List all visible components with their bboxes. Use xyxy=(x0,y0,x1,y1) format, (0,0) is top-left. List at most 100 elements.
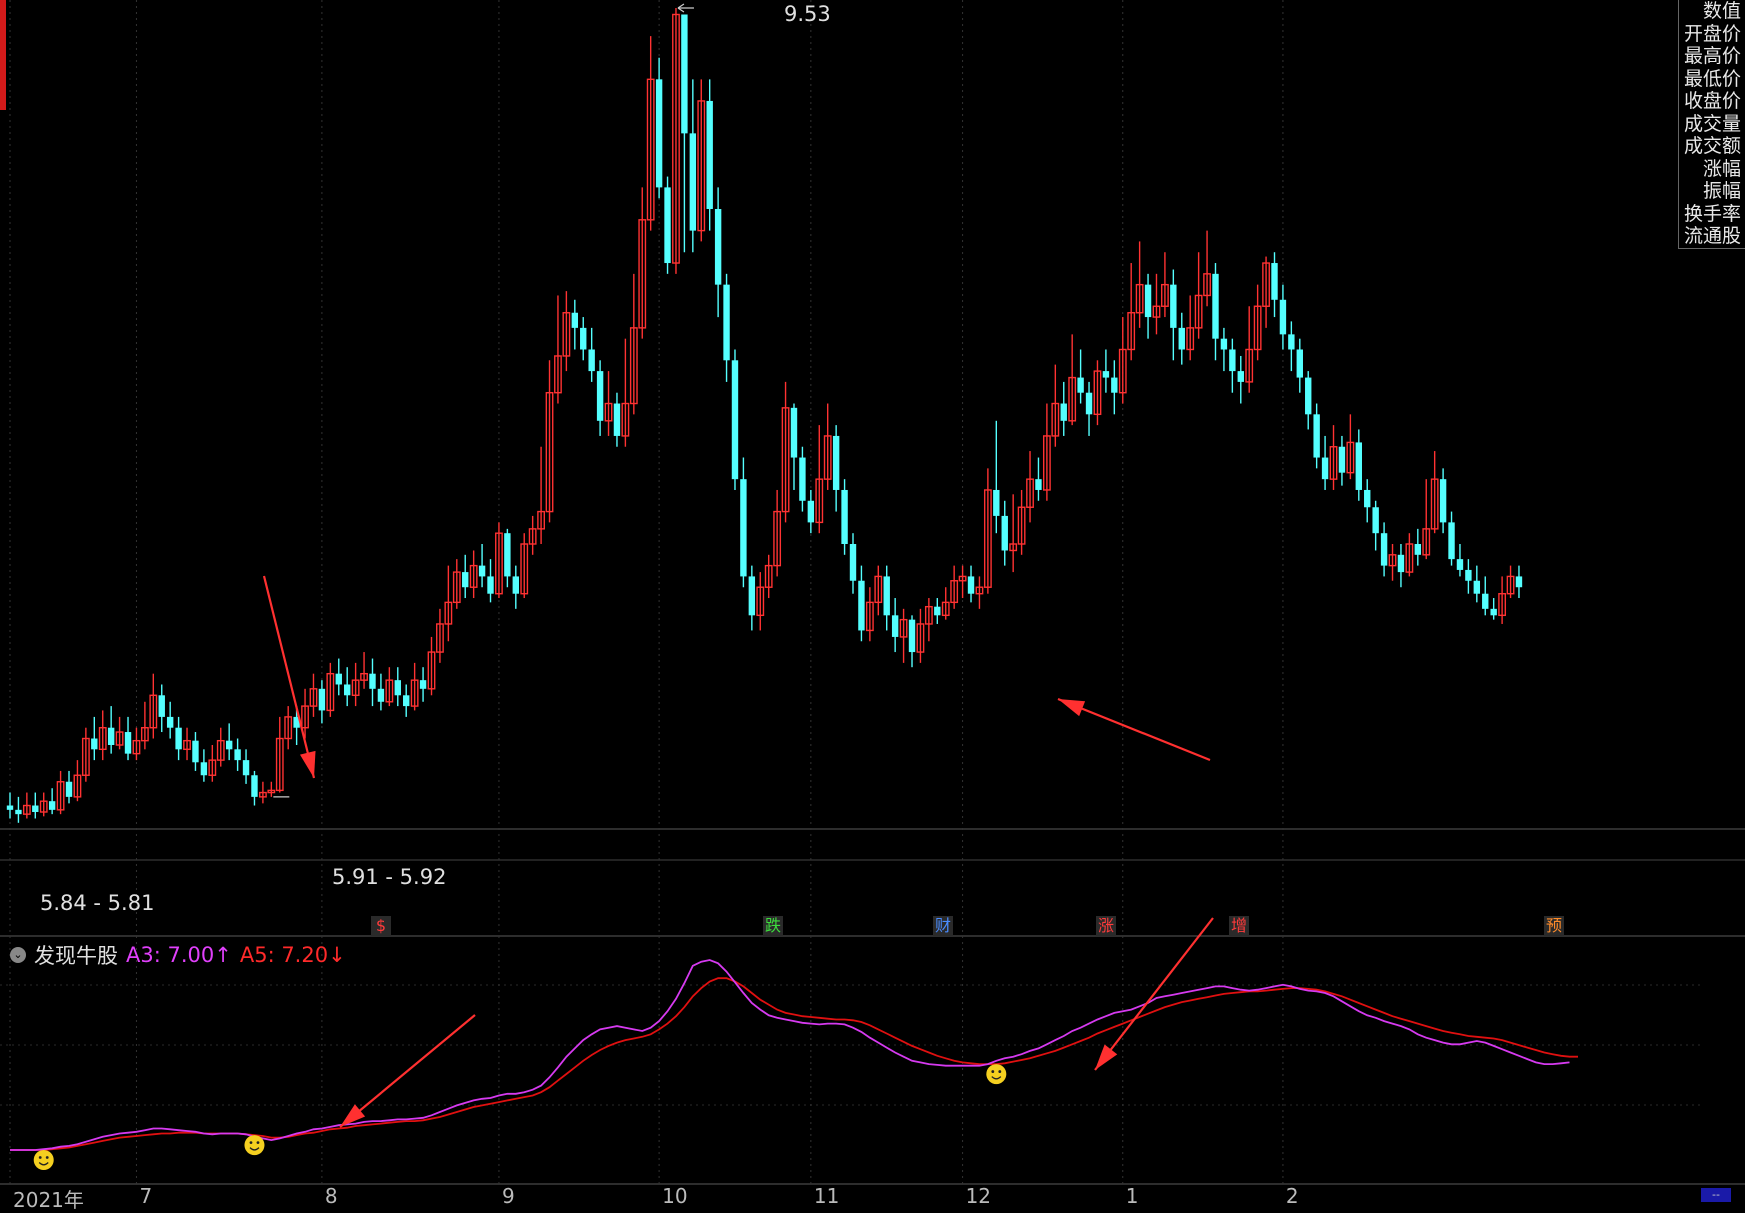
indicator-header: ⌄ 发现牛股 A3: 7.00↑ A5: 7.20↓ xyxy=(10,940,346,970)
candle-body-down xyxy=(1473,580,1481,594)
candle-body-down xyxy=(1271,263,1278,300)
candle-body-down xyxy=(394,680,401,696)
candle-body-down xyxy=(225,740,233,750)
candle-body-down xyxy=(192,740,199,763)
candle-body-down xyxy=(335,673,342,685)
side-menu-item[interactable]: 最高价 xyxy=(1679,45,1741,68)
candle-body-down xyxy=(858,580,865,631)
side-menu-item[interactable]: 涨幅 xyxy=(1679,158,1741,181)
candle-body-down xyxy=(1515,576,1523,588)
annotation-arrow xyxy=(1094,917,1214,1071)
candle-body-down xyxy=(124,732,132,754)
candle-body-down xyxy=(723,284,730,361)
candle-body-down xyxy=(377,688,385,702)
side-menu[interactable]: 数值 开盘价 最高价 最低价 收盘价 成交量 成交额 涨幅 振幅 换手率 流通股 xyxy=(1678,0,1745,249)
candle-body-down xyxy=(344,684,351,696)
event-fall[interactable]: 跌 xyxy=(763,916,783,936)
candle-body-down xyxy=(1102,371,1110,378)
candle-body-down xyxy=(883,576,890,616)
annotation-arrow-head xyxy=(299,750,316,778)
candle-body-down xyxy=(462,572,469,588)
left-red-bar xyxy=(0,0,6,110)
annotation-arrow-head xyxy=(1095,1044,1118,1070)
x-axis-label: 7 xyxy=(139,1184,153,1208)
side-menu-item[interactable]: 振幅 xyxy=(1679,180,1741,203)
smile-icon xyxy=(244,1135,265,1156)
high-price-label: 9.53 xyxy=(784,2,831,26)
candle-body-down xyxy=(748,576,756,616)
x-axis-label: 8 xyxy=(324,1184,338,1208)
candle-body-down xyxy=(1313,414,1320,458)
candle-body-down xyxy=(799,457,806,501)
collapse-icon[interactable]: ⌄ xyxy=(10,947,26,963)
side-menu-item[interactable]: 收盘价 xyxy=(1679,90,1741,113)
candle-body-down xyxy=(234,749,241,761)
candle-body-down xyxy=(251,775,258,797)
candle-body-down xyxy=(790,407,798,458)
candle-body-down xyxy=(1490,608,1497,616)
x-axis-label: 10 xyxy=(662,1184,688,1208)
candle-body-down xyxy=(1279,299,1287,335)
candle-body-down xyxy=(175,727,182,750)
a5-line xyxy=(10,977,1578,1151)
event-rise[interactable]: 涨 xyxy=(1096,916,1116,936)
x-axis-label: 9 xyxy=(501,1184,515,1208)
x-axis-label: 11 xyxy=(813,1184,840,1208)
x-axis-label: 2021年 xyxy=(13,1188,84,1212)
candle-body-down xyxy=(740,479,747,577)
event-increase[interactable]: 增 xyxy=(1229,916,1249,936)
candle-body-down xyxy=(580,327,587,350)
candle-body-down xyxy=(689,133,697,231)
candle-body-down xyxy=(48,801,56,810)
candle-body-down xyxy=(1288,334,1295,350)
candle-body-down xyxy=(841,489,848,544)
side-menu-item[interactable]: 流通股 xyxy=(1679,225,1741,248)
candle-body-down xyxy=(908,619,916,653)
candle-body-down xyxy=(1229,349,1236,372)
candle-body-down xyxy=(512,576,519,594)
candle-body-down xyxy=(242,760,250,776)
event-dollar[interactable]: $ xyxy=(371,916,391,936)
annotation-arrow xyxy=(262,575,316,779)
side-menu-item[interactable]: 成交量 xyxy=(1679,113,1741,136)
candle-body-down xyxy=(1364,489,1371,508)
candle-body-down xyxy=(714,209,722,285)
side-menu-item[interactable]: 开盘价 xyxy=(1679,23,1741,46)
candle-body-down xyxy=(1077,377,1084,393)
event-finance[interactable]: 财 xyxy=(933,916,953,936)
candle-body-down xyxy=(1001,515,1008,551)
candle-body-down xyxy=(993,489,1000,516)
candle-body-down xyxy=(807,500,815,523)
stock-chart[interactable] xyxy=(0,0,1745,1204)
side-menu-item[interactable]: 换手率 xyxy=(1679,203,1741,226)
side-menu-item[interactable]: 最低价 xyxy=(1679,68,1741,91)
candle-body-down xyxy=(1035,479,1042,490)
candle-body-down xyxy=(588,349,595,372)
smile-icon xyxy=(986,1064,1007,1085)
candle-body-down xyxy=(1439,479,1447,523)
candle-body-down xyxy=(1060,403,1067,421)
annotation-arrow xyxy=(339,1014,476,1128)
event-forecast[interactable]: 预 xyxy=(1544,916,1564,936)
candle-body-down xyxy=(1212,273,1219,339)
candle-body-down xyxy=(1220,338,1228,350)
candle-body-down xyxy=(487,576,494,594)
candle-body-down xyxy=(1482,593,1489,609)
candle-body-down xyxy=(1170,284,1177,328)
side-menu-item[interactable]: 数值 xyxy=(1679,0,1741,23)
indicator-name: 发现牛股 xyxy=(34,944,118,968)
candle-body-down xyxy=(1414,544,1422,555)
candle-body-down xyxy=(200,762,208,776)
side-menu-item[interactable]: 成交额 xyxy=(1679,135,1741,158)
candle-body-down xyxy=(65,781,73,797)
candle-body-down xyxy=(1111,377,1118,393)
x-axis-label: 1 xyxy=(1125,1184,1139,1208)
candle-body-down xyxy=(1144,284,1152,318)
candle-body-down xyxy=(681,14,688,134)
candle-body-down xyxy=(1296,349,1303,378)
annotation-arrow-head xyxy=(1058,699,1086,717)
candle-body-down xyxy=(1465,569,1472,581)
bottom-button[interactable]: -- xyxy=(1701,1188,1731,1202)
candle-body-down xyxy=(158,695,165,717)
candle-body-down xyxy=(91,738,98,750)
